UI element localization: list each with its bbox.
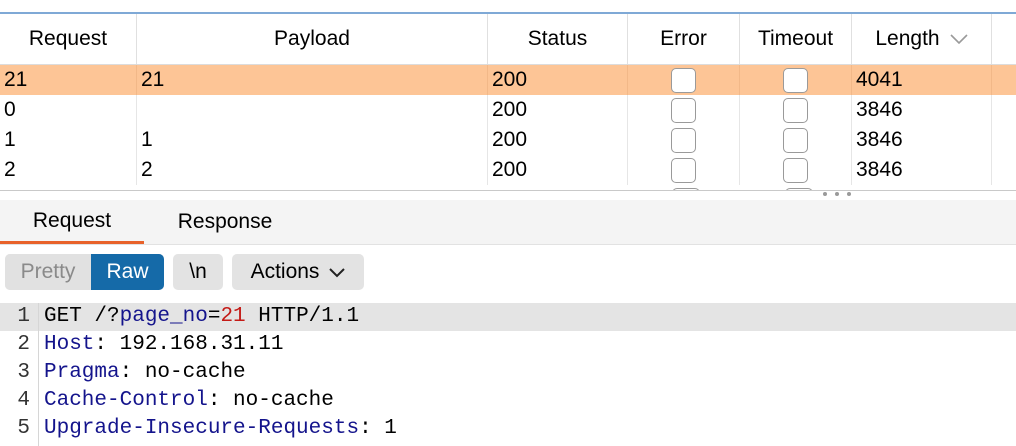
code-token: HTTP/1.1 xyxy=(245,305,360,328)
code-line: 1 GET /?page_no=21 HTTP/1.1 xyxy=(0,303,1016,331)
cell-status: 200 xyxy=(488,125,628,155)
message-tabs: Request Response xyxy=(0,200,1016,245)
cell-request: 1 xyxy=(0,125,137,155)
pretty-button[interactable]: Pretty xyxy=(5,254,91,290)
cell-payload: 1 xyxy=(137,125,488,155)
cell-payload: 21 xyxy=(137,65,488,95)
error-checkbox xyxy=(671,157,696,183)
cell-request: 0 xyxy=(0,95,137,125)
header-name: Pragma xyxy=(44,361,120,384)
line-number: 2 xyxy=(17,333,30,356)
raw-button[interactable]: Raw xyxy=(91,254,164,290)
code-token: GET /? xyxy=(44,305,120,328)
cell-timeout xyxy=(740,65,852,95)
code-text: Pragma: no-cache xyxy=(44,359,246,387)
cell-timeout xyxy=(740,155,852,185)
cell-extra xyxy=(992,155,1016,185)
cell-length: 3846 xyxy=(852,95,992,125)
cell-payload: 2 xyxy=(137,155,488,185)
checkbox-peek xyxy=(785,188,813,190)
cell-length: 3846 xyxy=(852,125,992,155)
timeout-checkbox xyxy=(783,67,808,93)
cell-extra xyxy=(992,125,1016,155)
error-checkbox xyxy=(671,97,696,123)
table-body: 21 21 200 4041 0 200 3846 1 1 200 3846 2 2 200 3846 xyxy=(0,65,1016,185)
code-text: Cache-Control: no-cache xyxy=(44,387,334,415)
chevron-down-icon xyxy=(329,260,346,284)
code-line: 2 Host: 192.168.31.11 xyxy=(0,331,1016,359)
table-row[interactable]: 0 200 3846 xyxy=(0,95,1016,125)
cell-timeout xyxy=(740,95,852,125)
cell-status: 200 xyxy=(488,65,628,95)
tab-request[interactable]: Request xyxy=(0,200,144,244)
cell-error xyxy=(628,95,740,125)
cell-error xyxy=(628,125,740,155)
line-number: 5 xyxy=(17,417,30,440)
line-number: 4 xyxy=(17,389,30,412)
cell-payload xyxy=(137,95,488,125)
actions-dropdown[interactable]: Actions xyxy=(232,254,364,290)
chevron-down-icon xyxy=(950,34,968,44)
code-token: : 1 xyxy=(359,417,397,440)
column-header-payload[interactable]: Payload xyxy=(137,14,488,64)
column-header-timeout[interactable]: Timeout xyxy=(740,14,852,64)
cell-request: 2 xyxy=(0,155,137,185)
table-row[interactable]: 21 21 200 4041 xyxy=(0,65,1016,95)
timeout-checkbox xyxy=(783,127,808,153)
timeout-checkbox xyxy=(783,157,808,183)
cell-length: 4041 xyxy=(852,65,992,95)
line-number: 1 xyxy=(17,305,30,328)
cell-error xyxy=(628,65,740,95)
column-header-length[interactable]: Length xyxy=(852,14,992,64)
code-text: GET /?page_no=21 HTTP/1.1 xyxy=(44,303,359,331)
resize-handle[interactable] xyxy=(823,190,851,198)
cell-extra xyxy=(992,65,1016,95)
timeout-checkbox xyxy=(783,97,808,123)
code-line: 5 Upgrade-Insecure-Requests: 1 xyxy=(0,415,1016,443)
column-header-request[interactable]: Request xyxy=(0,14,137,64)
results-table: Request Payload Status Error Timeout Len… xyxy=(0,12,1016,191)
gutter-divider xyxy=(38,303,39,446)
code-line: 3 Pragma: no-cache xyxy=(0,359,1016,387)
cell-status: 200 xyxy=(488,95,628,125)
cell-request: 21 xyxy=(0,65,137,95)
view-mode-toggle: Pretty Raw xyxy=(5,254,164,290)
cell-timeout xyxy=(740,125,852,155)
header-name: Cache-Control xyxy=(44,389,208,412)
code-token: = xyxy=(207,305,221,328)
header-name: page_no xyxy=(119,305,208,328)
show-newlines-button[interactable]: \n xyxy=(173,254,223,290)
header-name: Upgrade-Insecure-Requests xyxy=(44,417,360,440)
cell-length: 3846 xyxy=(852,155,992,185)
error-checkbox xyxy=(671,67,696,93)
code-text: Upgrade-Insecure-Requests: 1 xyxy=(44,415,397,443)
request-editor[interactable]: 1 GET /?page_no=21 HTTP/1.1 2 Host: 192.168… xyxy=(0,303,1016,446)
cell-status: 200 xyxy=(488,155,628,185)
column-header-status[interactable]: Status xyxy=(488,14,628,64)
line-number: 3 xyxy=(17,361,30,384)
cell-extra xyxy=(992,95,1016,125)
column-header-extra xyxy=(992,14,1016,64)
tab-response[interactable]: Response xyxy=(160,200,290,244)
param-value: 21 xyxy=(220,305,246,328)
table-row[interactable]: 2 2 200 3846 xyxy=(0,155,1016,185)
header-name: Host xyxy=(44,333,95,356)
table-row[interactable]: 1 1 200 3846 xyxy=(0,125,1016,155)
code-token: : no-cache xyxy=(207,389,334,412)
editor-toolbar: Pretty Raw \n Actions xyxy=(0,251,1016,295)
table-header: Request Payload Status Error Timeout Len… xyxy=(0,14,1016,65)
code-text: Host: 192.168.31.11 xyxy=(44,331,283,359)
code-line: 4 Cache-Control: no-cache xyxy=(0,387,1016,415)
cell-error xyxy=(628,155,740,185)
error-checkbox xyxy=(671,127,696,153)
code-token: : 192.168.31.11 xyxy=(94,333,284,356)
code-token: : no-cache xyxy=(119,361,246,384)
checkbox-peek xyxy=(672,188,700,190)
column-header-error[interactable]: Error xyxy=(628,14,740,64)
